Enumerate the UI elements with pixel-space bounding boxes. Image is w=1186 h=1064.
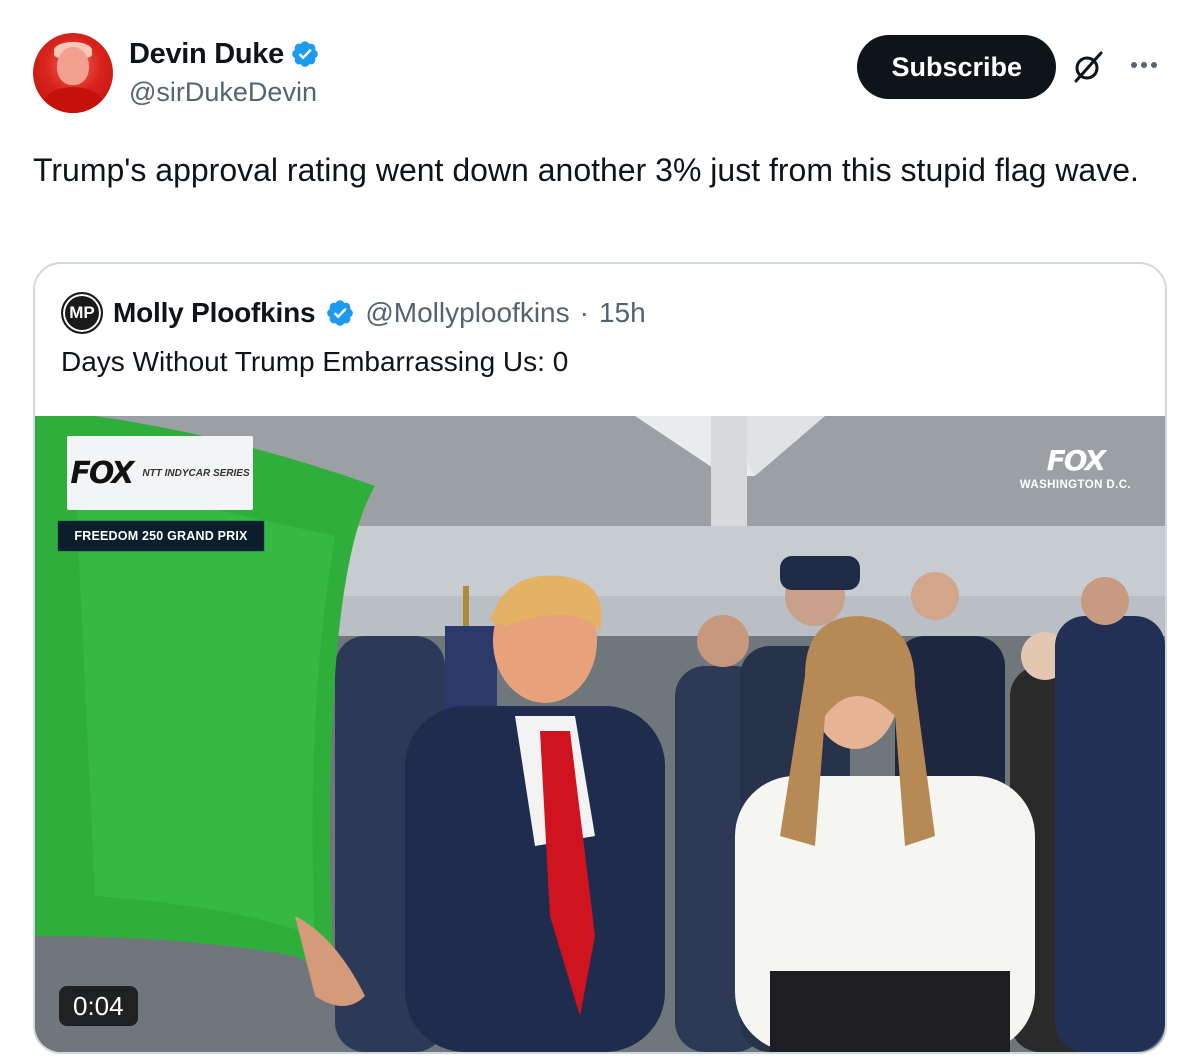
- grok-icon[interactable]: [1070, 49, 1106, 85]
- quoted-handle[interactable]: @Mollyploofkins: [365, 297, 569, 329]
- separator-dot: ·: [579, 297, 589, 328]
- indycar-logo: NTT INDYCAR SERIES: [142, 467, 250, 479]
- author-handle[interactable]: @sirDukeDevin: [129, 77, 320, 108]
- subscribe-button[interactable]: Subscribe: [857, 35, 1056, 99]
- quoted-avatar[interactable]: MP: [61, 292, 103, 334]
- quoted-header: MP Molly Ploofkins @Mollyploofkins · 15h: [61, 292, 646, 334]
- video-player[interactable]: FOX NTT INDYCAR SERIES FREEDOM 250 GRAND…: [35, 416, 1165, 1052]
- quoted-tweet[interactable]: MP Molly Ploofkins @Mollyploofkins · 15h…: [33, 262, 1167, 1054]
- verified-badge-icon: [292, 41, 318, 67]
- video-frame: [35, 416, 1165, 1052]
- author-name-row[interactable]: Devin Duke: [129, 35, 320, 73]
- author-info: Devin Duke @sirDukeDevin: [129, 35, 320, 108]
- fox-indycar-logo: FOX NTT INDYCAR SERIES: [67, 436, 253, 510]
- tweet-header: Devin Duke @sirDukeDevin Subscribe: [33, 33, 1162, 117]
- quoted-timestamp[interactable]: 15h: [599, 297, 646, 329]
- more-icon[interactable]: [1126, 51, 1162, 79]
- video-duration: 0:04: [59, 986, 138, 1026]
- quoted-text: Days Without Trump Embarrassing Us: 0: [61, 346, 569, 377]
- fox-logo-right: FOX: [1046, 444, 1107, 477]
- verified-badge-icon: [327, 300, 354, 326]
- event-banner: FREEDOM 250 GRAND PRIX: [57, 520, 265, 552]
- author-display-name[interactable]: Devin Duke: [129, 38, 284, 71]
- fox-logo-left: FOX: [70, 455, 134, 491]
- author-avatar[interactable]: [33, 33, 113, 113]
- fox-location-label: WASHINGTON D.C.: [1019, 479, 1131, 491]
- fox-dc-logo: FOX WASHINGTON D.C.: [1020, 444, 1131, 491]
- tweet-text: Trump's approval rating went down anothe…: [33, 152, 1139, 188]
- quoted-display-name[interactable]: Molly Ploofkins: [113, 297, 316, 329]
